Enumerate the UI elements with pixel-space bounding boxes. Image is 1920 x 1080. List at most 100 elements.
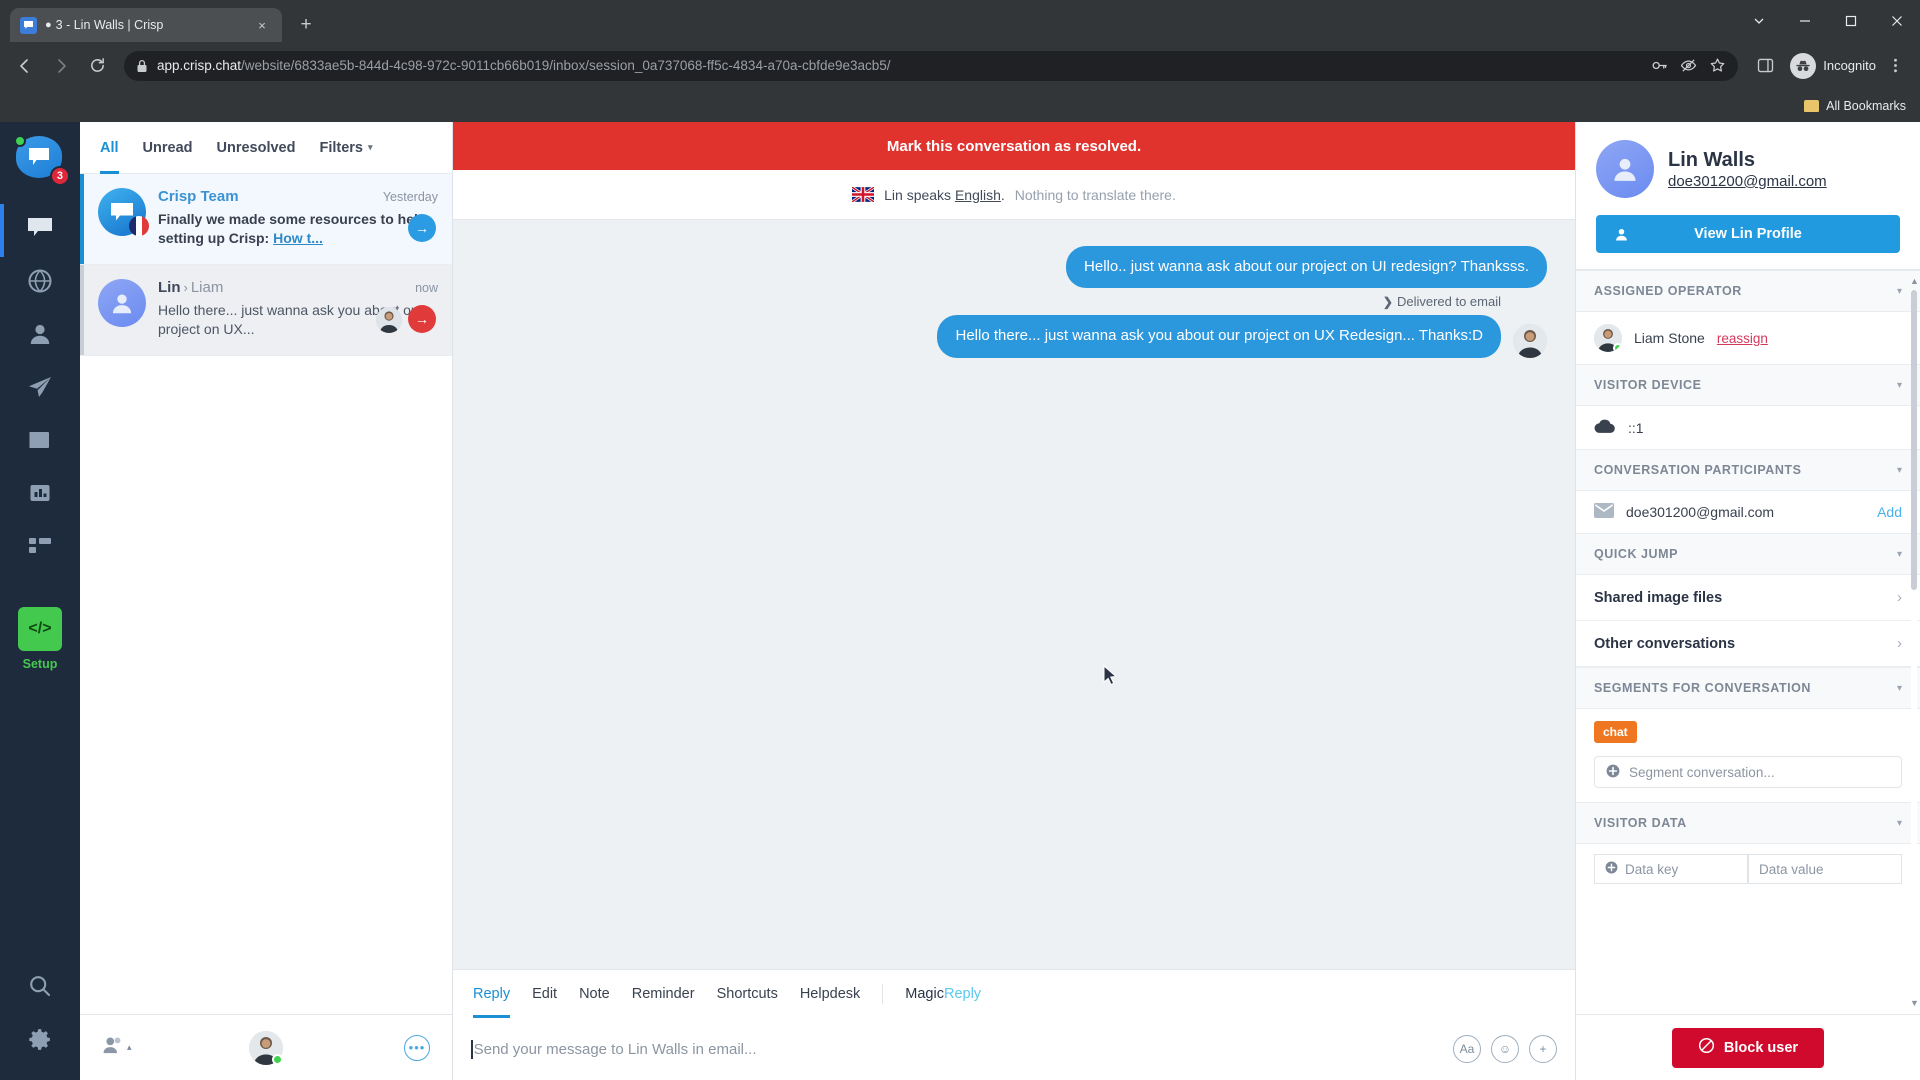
cloud-icon xyxy=(1594,418,1616,437)
status-badge[interactable]: chat xyxy=(1594,721,1637,743)
sidebar-item-contacts[interactable] xyxy=(0,310,80,363)
tab-reminder-label: Reminder xyxy=(631,986,695,1002)
segments-body: chat Segment conversation... xyxy=(1576,709,1920,802)
conversation-list-more-button[interactable]: ••• xyxy=(404,1034,430,1061)
conv-tab-all-label: All xyxy=(100,139,119,156)
maximize-icon[interactable] xyxy=(1828,4,1874,38)
new-tab-button[interactable]: + xyxy=(292,11,320,39)
password-key-icon[interactable] xyxy=(1651,57,1668,74)
data-value-input[interactable]: Data value xyxy=(1748,854,1902,884)
tab-close-icon[interactable]: × xyxy=(252,15,272,35)
message-list: Hello.. just wanna ask about our project… xyxy=(453,220,1575,969)
section-quick-jump[interactable]: QUICK JUMP ▾ xyxy=(1576,533,1920,575)
conv-tab-filters[interactable]: Filters ▾ xyxy=(319,122,372,173)
sidebar-item-inbox[interactable] xyxy=(0,204,80,257)
message-sender-avatar xyxy=(1513,323,1547,358)
tab-magic-reply[interactable]: Magic Reply xyxy=(905,970,981,1018)
tab-helpdesk[interactable]: Helpdesk xyxy=(800,970,860,1018)
current-operator-avatar[interactable] xyxy=(249,1030,283,1065)
avatar xyxy=(98,188,149,236)
setup-section[interactable]: </> Setup xyxy=(18,607,62,671)
reassign-link[interactable]: reassign xyxy=(1717,331,1768,346)
sidebar-item-visitors[interactable] xyxy=(0,257,80,310)
view-profile-button[interactable]: View Lin Profile xyxy=(1596,215,1900,253)
panel-scrollbar[interactable]: ▲ ▼ xyxy=(1910,276,1919,1008)
arrow-right-icon[interactable]: → xyxy=(408,305,436,333)
forward-arrow-icon[interactable] xyxy=(44,49,78,83)
visitor-email[interactable]: doe301200@gmail.com xyxy=(1668,173,1827,190)
scroll-up-arrow-icon[interactable]: ▲ xyxy=(1910,276,1919,286)
user-icon xyxy=(28,322,52,351)
from-name: Lin xyxy=(158,279,181,296)
scroll-down-arrow-icon[interactable]: ▼ xyxy=(1910,998,1919,1008)
minimize-icon[interactable] xyxy=(1782,4,1828,38)
back-arrow-icon[interactable] xyxy=(8,49,42,83)
crisp-logo[interactable]: 3 xyxy=(14,135,70,186)
tab-search-caret-icon[interactable] xyxy=(1736,4,1782,38)
sidebar-item-helpdesk[interactable] xyxy=(0,416,80,469)
quick-jump-label: Other conversations xyxy=(1594,635,1736,652)
block-circle-icon xyxy=(1698,1037,1715,1058)
eye-slash-icon[interactable] xyxy=(1680,57,1697,74)
sidebar-item-campaigns[interactable] xyxy=(0,363,80,416)
arrow-right-icon[interactable]: → xyxy=(408,214,436,242)
address-bar[interactable]: app.crisp.chat/website/6833ae5b-844d-4c9… xyxy=(124,50,1739,81)
scrollbar-thumb[interactable] xyxy=(1911,290,1917,590)
tab-reply[interactable]: Reply xyxy=(473,970,511,1018)
quick-jump-shared-files[interactable]: Shared image files › xyxy=(1576,575,1920,621)
browser-tab[interactable]: ● 3 - Lin Walls | Crisp × xyxy=(10,8,282,42)
search-input[interactable]: Send your message to Lin Walls in email.… xyxy=(471,1039,1439,1059)
segment-input[interactable]: Segment conversation... xyxy=(1594,756,1902,788)
conv-tab-unresolved[interactable]: Unresolved xyxy=(217,122,296,173)
visitor-name-block: Lin Walls doe301200@gmail.com xyxy=(1668,148,1827,190)
preview-link[interactable]: How t... xyxy=(273,230,323,246)
section-assigned-operator[interactable]: ASSIGNED OPERATOR ▾ xyxy=(1576,270,1920,312)
chevron-down-icon: ▾ xyxy=(1896,379,1902,391)
conv-tab-unread[interactable]: Unread xyxy=(143,122,193,173)
incognito-label: Incognito xyxy=(1823,58,1876,73)
tab-reminder[interactable]: Reminder xyxy=(632,970,695,1018)
sidebar-item-settings[interactable] xyxy=(0,1015,80,1068)
tab-note[interactable]: Note xyxy=(579,970,610,1018)
sidebar-item-analytics[interactable] xyxy=(0,469,80,522)
online-status-dot xyxy=(14,135,26,147)
all-bookmarks-label[interactable]: All Bookmarks xyxy=(1826,99,1906,113)
section-visitor-data[interactable]: VISITOR DATA ▾ xyxy=(1576,802,1920,844)
tab-shortcuts-label: Shortcuts xyxy=(716,986,778,1002)
segment-input-placeholder: Segment conversation... xyxy=(1629,764,1775,780)
bookmark-star-icon[interactable] xyxy=(1709,57,1726,74)
section-conversation-participants[interactable]: CONVERSATION PARTICIPANTS ▾ xyxy=(1576,449,1920,491)
quick-jump-other-conversations[interactable]: Other conversations › xyxy=(1576,621,1920,667)
text-format-button[interactable]: Aa xyxy=(1453,1035,1481,1063)
incognito-profile-chip[interactable]: Incognito xyxy=(1790,52,1876,79)
magic-label-part2: Reply xyxy=(943,986,982,1002)
attachment-add-button[interactable]: + xyxy=(1529,1035,1557,1063)
tab-note-label: Note xyxy=(579,986,610,1002)
sidebar-item-plugins[interactable] xyxy=(0,522,80,575)
block-user-button[interactable]: Block user xyxy=(1671,1027,1825,1068)
list-item-name: Crisp Team xyxy=(158,188,239,205)
add-participant-link[interactable]: Add xyxy=(1877,504,1902,520)
reload-icon[interactable] xyxy=(80,49,114,83)
data-value-placeholder: Data value xyxy=(1759,861,1824,877)
language-name[interactable]: English xyxy=(955,187,1001,203)
sidebar-item-search[interactable] xyxy=(0,962,80,1015)
side-panel-icon[interactable] xyxy=(1748,49,1782,83)
close-window-icon[interactable] xyxy=(1874,4,1920,38)
three-dot-menu-icon[interactable] xyxy=(1878,49,1912,83)
tab-edit[interactable]: Edit xyxy=(532,970,557,1018)
list-item[interactable]: Crisp Team Yesterday Finally we made som… xyxy=(80,174,452,265)
conv-tab-all[interactable]: All xyxy=(100,122,119,174)
data-key-input[interactable]: Data key xyxy=(1594,854,1748,884)
list-item[interactable]: Lin › Liam now Hello there... just wanna a… xyxy=(80,265,452,356)
code-brackets-icon[interactable]: </> xyxy=(18,607,62,651)
section-segments[interactable]: SEGMENTS FOR CONVERSATION ▾ xyxy=(1576,667,1920,709)
emoji-button[interactable]: ☺ xyxy=(1491,1035,1519,1063)
conv-tab-unread-label: Unread xyxy=(142,139,193,156)
tab-shortcuts[interactable]: Shortcuts xyxy=(717,970,778,1018)
resolve-conversation-banner[interactable]: Mark this conversation as resolved. xyxy=(453,122,1575,170)
avatar xyxy=(98,279,146,327)
operator-availability-button[interactable]: ▴ xyxy=(102,1035,132,1060)
section-visitor-device[interactable]: VISITOR DEVICE ▾ xyxy=(1576,364,1920,406)
france-flag-icon xyxy=(129,216,149,236)
